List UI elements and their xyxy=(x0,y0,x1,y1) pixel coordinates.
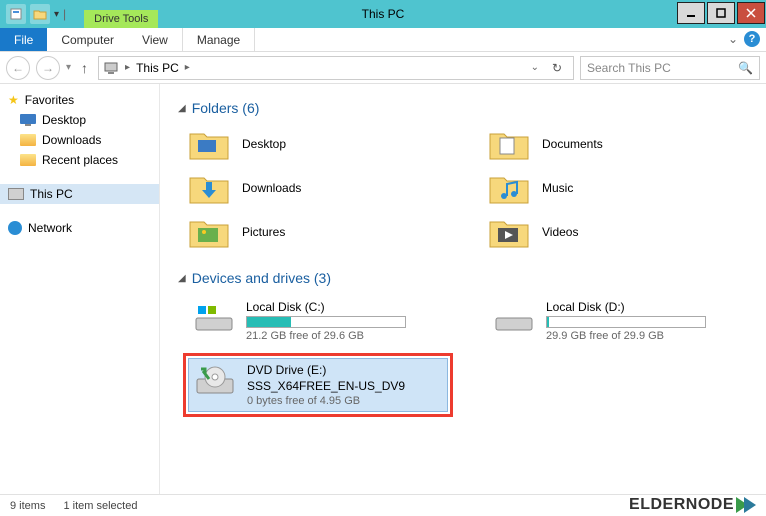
folder-icon xyxy=(488,170,530,206)
up-button[interactable]: ↑ xyxy=(77,60,92,76)
properties-icon[interactable] xyxy=(6,4,26,24)
close-button[interactable] xyxy=(737,2,765,24)
drive-local-c[interactable]: Local Disk (C:) 21.2 GB free of 29.6 GB xyxy=(188,296,448,346)
file-tab[interactable]: File xyxy=(0,28,47,51)
sidebar-item-label: Recent places xyxy=(42,153,118,167)
drive-capacity-bar xyxy=(546,316,706,328)
sidebar-item-label: Desktop xyxy=(42,113,86,127)
quick-access-toolbar: ▾ | xyxy=(0,4,72,24)
drive-local-d[interactable]: Local Disk (D:) 29.9 GB free of 29.9 GB xyxy=(488,296,748,346)
sidebar-item-downloads[interactable]: Downloads xyxy=(0,130,159,150)
sidebar-item-label: Downloads xyxy=(42,133,101,147)
drive-name: Local Disk (C:) xyxy=(246,300,406,314)
collapse-icon[interactable]: ◢ xyxy=(178,103,186,114)
sidebar-network[interactable]: Network xyxy=(0,218,159,238)
folder-icon xyxy=(188,170,230,206)
network-icon xyxy=(8,221,22,235)
forward-button[interactable]: → xyxy=(36,56,60,80)
folder-icon xyxy=(20,154,36,166)
watermark-text: ELDERNODE xyxy=(629,496,734,514)
chevron-right-icon[interactable]: ▸ xyxy=(125,62,130,73)
folder-icon xyxy=(488,126,530,162)
sidebar-item-recent[interactable]: Recent places xyxy=(0,150,159,170)
drive-free: 29.9 GB free of 29.9 GB xyxy=(546,330,706,342)
help-icon[interactable]: ? xyxy=(744,31,760,47)
sidebar-thispc[interactable]: This PC xyxy=(0,184,159,204)
folder-label: Videos xyxy=(542,225,578,239)
address-dropdown-icon[interactable]: ⌄ xyxy=(531,62,539,73)
drive-subtitle: SSS_X64FREE_EN-US_DV9 xyxy=(247,379,405,393)
folder-desktop[interactable]: Desktop xyxy=(188,126,448,162)
tab-manage[interactable]: Manage xyxy=(182,28,255,51)
drive-capacity-bar xyxy=(246,316,406,328)
item-count: 9 items xyxy=(10,500,45,512)
maximize-button[interactable] xyxy=(707,2,735,24)
drive-name: Local Disk (D:) xyxy=(546,300,706,314)
qat-dropdown-icon[interactable]: ▾ xyxy=(54,9,59,20)
address-bar[interactable]: ▸ This PC ▸ ⌄ ↻ xyxy=(98,56,574,80)
collapse-icon[interactable]: ◢ xyxy=(178,273,186,284)
folder-videos[interactable]: Videos xyxy=(488,214,748,250)
desktop-icon xyxy=(20,114,36,126)
sidebar-item-desktop[interactable]: Desktop xyxy=(0,110,159,130)
new-folder-icon[interactable] xyxy=(30,4,50,24)
recent-locations-icon[interactable]: ▾ xyxy=(66,62,71,73)
breadcrumb-root[interactable]: This PC xyxy=(136,61,179,75)
folders-group-header[interactable]: ◢ Folders (6) xyxy=(178,100,748,116)
search-icon: 🔍 xyxy=(738,61,753,75)
folder-label: Documents xyxy=(542,137,603,151)
folder-icon xyxy=(488,214,530,250)
folder-icon xyxy=(188,214,230,250)
sidebar-item-label: Network xyxy=(28,221,72,235)
back-button[interactable]: ← xyxy=(6,56,30,80)
play-icon xyxy=(744,497,756,513)
folder-icon xyxy=(20,134,36,146)
folder-icon xyxy=(188,126,230,162)
pc-icon xyxy=(103,60,119,76)
folder-label: Music xyxy=(542,181,573,195)
drive-icon xyxy=(192,300,236,336)
status-bar: 9 items 1 item selected ELDERNODE xyxy=(0,494,766,516)
window-title: This PC xyxy=(362,7,405,21)
drive-icon xyxy=(492,300,536,336)
folder-downloads[interactable]: Downloads xyxy=(188,170,448,206)
search-placeholder: Search This PC xyxy=(587,61,671,75)
group-label: Devices and drives (3) xyxy=(192,270,331,286)
drive-free: 0 bytes free of 4.95 GB xyxy=(247,395,405,407)
tab-computer[interactable]: Computer xyxy=(47,28,128,51)
folder-label: Desktop xyxy=(242,137,286,151)
folder-documents[interactable]: Documents xyxy=(488,126,748,162)
dvd-drive-icon xyxy=(193,363,237,399)
tab-view[interactable]: View xyxy=(128,28,182,51)
star-icon: ★ xyxy=(8,93,19,107)
refresh-icon[interactable]: ↻ xyxy=(545,56,569,80)
ribbon: File Computer View Manage ⌄ ? xyxy=(0,28,766,52)
minimize-button[interactable] xyxy=(677,2,705,24)
drive-tools-header: Drive Tools xyxy=(84,10,158,28)
favorites-label: Favorites xyxy=(25,93,74,107)
folder-label: Pictures xyxy=(242,225,285,239)
drives-group-header[interactable]: ◢ Devices and drives (3) xyxy=(178,270,748,286)
chevron-right-icon[interactable]: ▸ xyxy=(185,62,190,73)
sidebar-item-label: This PC xyxy=(30,187,73,201)
watermark: ELDERNODE xyxy=(629,496,756,514)
main-pane: ◢ Folders (6) Desktop Documents Download… xyxy=(160,84,766,494)
drive-free: 21.2 GB free of 29.6 GB xyxy=(246,330,406,342)
navigation-bar: ← → ▾ ↑ ▸ This PC ▸ ⌄ ↻ Search This PC 🔍 xyxy=(0,52,766,84)
expand-ribbon-icon[interactable]: ⌄ xyxy=(728,32,738,46)
navigation-pane: ★ Favorites Desktop Downloads Recent pla… xyxy=(0,84,160,494)
folder-pictures[interactable]: Pictures xyxy=(188,214,448,250)
search-input[interactable]: Search This PC 🔍 xyxy=(580,56,760,80)
group-label: Folders (6) xyxy=(192,100,260,116)
pc-icon xyxy=(8,188,24,200)
folder-music[interactable]: Music xyxy=(488,170,748,206)
selection-count: 1 item selected xyxy=(63,500,137,512)
drive-name: DVD Drive (E:) xyxy=(247,363,405,377)
drive-dvd-e[interactable]: DVD Drive (E:) SSS_X64FREE_EN-US_DV9 0 b… xyxy=(188,358,448,412)
folder-label: Downloads xyxy=(242,181,301,195)
sidebar-favorites[interactable]: ★ Favorites xyxy=(0,90,159,110)
titlebar: ▾ | Drive Tools This PC xyxy=(0,0,766,28)
